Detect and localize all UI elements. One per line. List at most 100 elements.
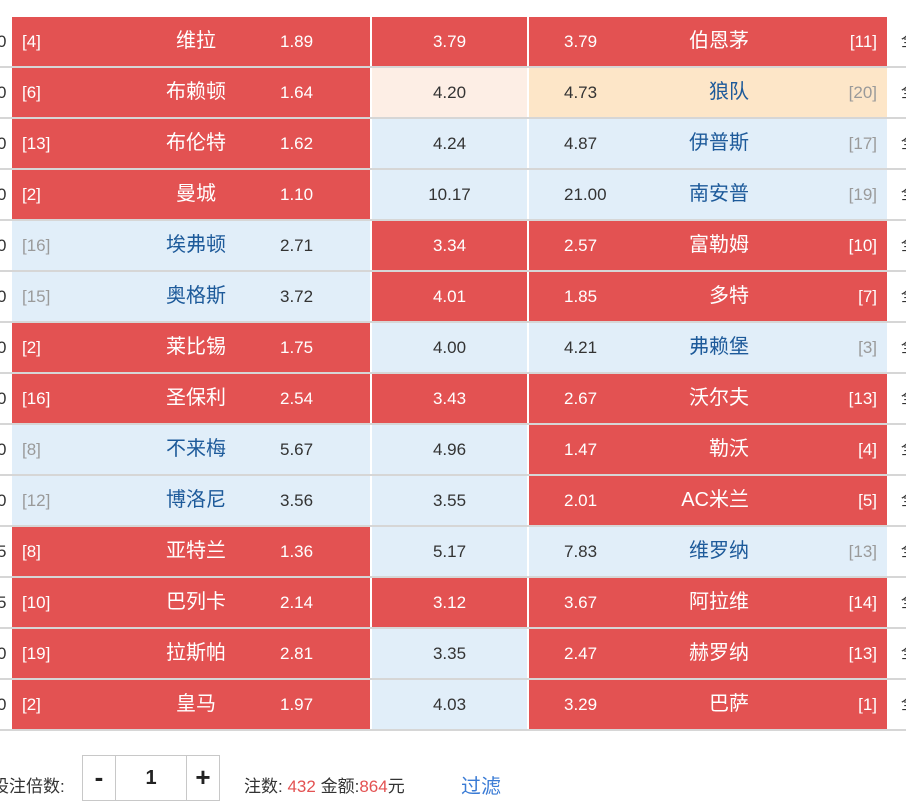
away-win-option[interactable]: 4.21 弗赖堡 [3] (529, 323, 887, 372)
right-edge-text: 全 (901, 492, 906, 509)
draw-odds: 4.20 (432, 83, 467, 102)
home-rank: [4] (22, 32, 41, 51)
draw-option[interactable]: 3.34 (372, 221, 527, 270)
home-team-name: 不来梅 (166, 438, 226, 460)
away-team-name: 多特 (709, 285, 749, 307)
away-win-option[interactable]: 7.83 维罗纳 [13] (529, 527, 887, 576)
away-win-option[interactable]: 21.00 南安普 [19] (529, 170, 887, 219)
home-win-option[interactable]: [8] 不来梅 5.67 (12, 425, 370, 474)
away-win-option[interactable]: 4.87 伊普斯 [17] (529, 119, 887, 168)
away-rank: [14] (848, 593, 877, 612)
left-edge-cell: 5 (0, 578, 12, 627)
right-edge-text: 全 (901, 696, 906, 713)
home-win-option[interactable]: [6] 布赖顿 1.64 (12, 68, 370, 117)
away-rank: [5] (858, 491, 877, 510)
away-win-option[interactable]: 3.79 伯恩茅 [11] (529, 17, 887, 66)
right-edge-text: 全 (901, 645, 906, 662)
match-row: 0 [4] 维拉 1.89 3.79 3.79 伯恩茅 [11] 全 (0, 17, 906, 68)
draw-option[interactable]: 5.17 (372, 527, 527, 576)
home-win-option[interactable]: [2] 皇马 1.97 (12, 680, 370, 729)
away-win-option[interactable]: 2.47 赫罗纳 [13] (529, 629, 887, 678)
home-team-name: 亚特兰 (166, 540, 226, 562)
home-team-name: 圣保利 (166, 387, 226, 409)
draw-option[interactable]: 3.43 (372, 374, 527, 423)
home-odds: 1.64 (280, 83, 314, 102)
row-divider (0, 729, 906, 731)
match-row: 5 [8] 亚特兰 1.36 5.17 7.83 维罗纳 [13] 全 (0, 527, 906, 578)
away-win-option[interactable]: 2.01 AC米兰 [5] (529, 476, 887, 525)
decrease-button[interactable]: - (83, 756, 116, 800)
home-win-option[interactable]: [4] 维拉 1.89 (12, 17, 370, 66)
away-win-option[interactable]: 3.29 巴萨 [1] (529, 680, 887, 729)
away-win-option[interactable]: 2.57 富勒姆 [10] (529, 221, 887, 270)
away-odds: 1.47 (564, 440, 598, 459)
draw-option[interactable]: 4.01 (372, 272, 527, 321)
draw-option[interactable]: 4.00 (372, 323, 527, 372)
left-edge-text: 0 (0, 491, 7, 510)
away-odds: 3.67 (564, 593, 598, 612)
away-rank: [13] (848, 644, 877, 663)
home-rank: [16] (22, 236, 51, 255)
right-edge-text: 全 (901, 237, 906, 254)
home-odds: 1.97 (280, 695, 314, 714)
draw-odds: 3.34 (432, 236, 467, 255)
right-edge-cell: 全 (889, 425, 906, 474)
away-win-option[interactable]: 1.85 多特 [7] (529, 272, 887, 321)
home-team-name: 莱比锡 (166, 336, 226, 358)
home-win-option[interactable]: [19] 拉斯帕 2.81 (12, 629, 370, 678)
draw-option[interactable]: 4.24 (372, 119, 527, 168)
home-team-name: 博洛尼 (166, 489, 226, 511)
right-edge-cell: 全 (889, 578, 906, 627)
right-edge-cell: 全 (889, 680, 906, 729)
away-win-option[interactable]: 3.67 阿拉维 [14] (529, 578, 887, 627)
left-edge-text: 0 (0, 389, 7, 408)
draw-option[interactable]: 10.17 (372, 170, 527, 219)
right-edge-cell: 全 (889, 221, 906, 270)
away-win-option[interactable]: 4.73 狼队 [20] (529, 68, 887, 117)
home-win-option[interactable]: [8] 亚特兰 1.36 (12, 527, 370, 576)
home-win-option[interactable]: [16] 埃弗顿 2.71 (12, 221, 370, 270)
away-odds: 3.29 (564, 695, 598, 714)
filter-link[interactable]: 过滤 (461, 770, 501, 799)
home-win-option[interactable]: [2] 曼城 1.10 (12, 170, 370, 219)
left-edge-cell: 0 (0, 425, 12, 474)
home-win-option[interactable]: [15] 奥格斯 3.72 (12, 272, 370, 321)
draw-odds: 3.43 (432, 389, 467, 408)
left-edge-cell: 0 (0, 680, 12, 729)
left-edge-cell: 0 (0, 323, 12, 372)
home-win-option[interactable]: [12] 博洛尼 3.56 (12, 476, 370, 525)
draw-option[interactable]: 3.55 (372, 476, 527, 525)
home-odds: 1.89 (280, 32, 314, 51)
home-team-name: 拉斯帕 (166, 642, 226, 664)
away-win-option[interactable]: 1.47 勒沃 [4] (529, 425, 887, 474)
draw-option[interactable]: 3.79 (372, 17, 527, 66)
home-win-option[interactable]: [10] 巴列卡 2.14 (12, 578, 370, 627)
home-team-name: 布赖顿 (166, 81, 226, 103)
match-list: 0 [4] 维拉 1.89 3.79 3.79 伯恩茅 [11] 全 0 [6] 布赖顿 1.64 4.2… (0, 17, 906, 731)
home-odds: 1.75 (280, 338, 314, 357)
left-edge-cell: 0 (0, 272, 12, 321)
multiplier-input[interactable] (116, 756, 186, 800)
draw-odds: 5.17 (432, 542, 467, 561)
left-edge-text: 0 (0, 338, 7, 357)
away-rank: [19] (848, 185, 877, 204)
match-row: 0 [16] 圣保利 2.54 3.43 2.67 沃尔夫 [13] 全 (0, 374, 906, 425)
draw-option[interactable]: 3.35 (372, 629, 527, 678)
away-team-name: 伊普斯 (689, 132, 749, 154)
home-win-option[interactable]: [2] 莱比锡 1.75 (12, 323, 370, 372)
away-win-option[interactable]: 2.67 沃尔夫 [13] (529, 374, 887, 423)
home-win-option[interactable]: [13] 布伦特 1.62 (12, 119, 370, 168)
home-rank: [16] (22, 389, 51, 408)
draw-option[interactable]: 4.20 (372, 68, 527, 117)
draw-option[interactable]: 4.03 (372, 680, 527, 729)
amount-value: 864 (359, 777, 388, 796)
draw-odds: 3.35 (432, 644, 467, 663)
home-win-option[interactable]: [16] 圣保利 2.54 (12, 374, 370, 423)
draw-option[interactable]: 4.96 (372, 425, 527, 474)
away-odds: 2.01 (564, 491, 598, 510)
away-rank: [7] (858, 287, 877, 306)
away-odds: 4.87 (564, 134, 598, 153)
draw-option[interactable]: 3.12 (372, 578, 527, 627)
increase-button[interactable]: + (186, 756, 219, 800)
away-team-name: 富勒姆 (689, 234, 749, 256)
